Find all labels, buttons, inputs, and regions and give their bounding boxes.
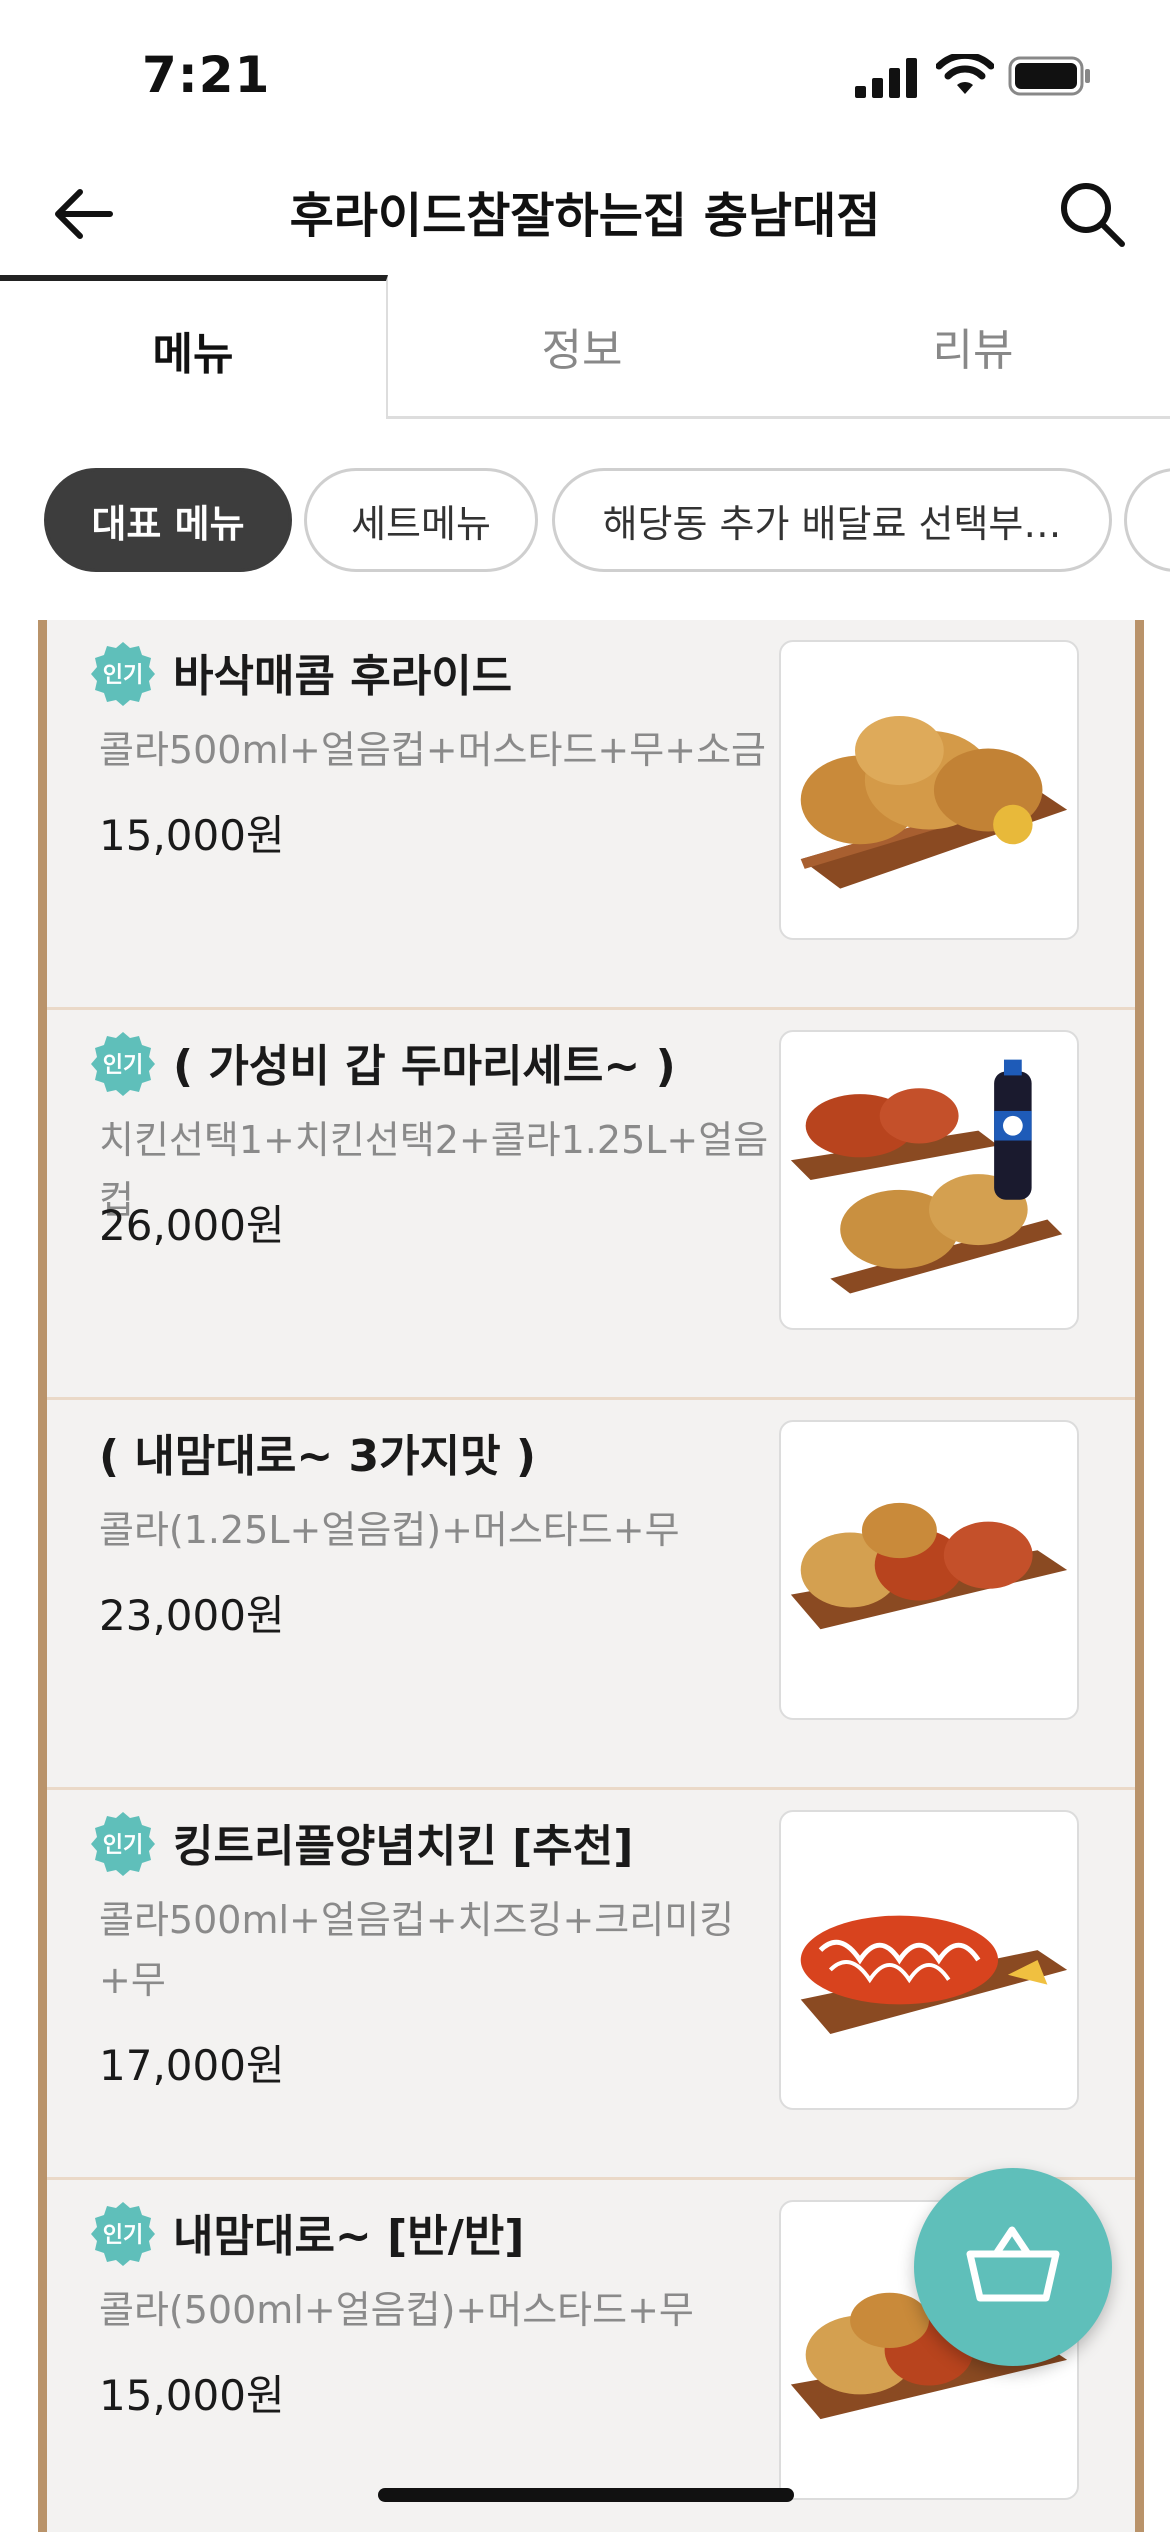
menu-item-price: 17,000원 [99,2041,285,2090]
svg-text:인기: 인기 [103,663,143,688]
category-chips: 대표 메뉴 세트메뉴 해당동 추가 배달료 선택부… [0,462,1170,582]
battery-icon [1008,56,1090,96]
svg-text:인기: 인기 [103,1833,143,1858]
tab-info[interactable]: 정보 [388,275,776,419]
menu-item-description: 콜라(1.25L+얼음컵)+머스타드+무 [99,1508,680,1552]
menu-item-name: 바삭매콤 후라이드 [173,651,513,702]
status-bar: 7:21 [0,0,1170,150]
home-indicator [378,2488,794,2502]
cart-button[interactable] [914,2168,1112,2366]
app-header: 후라이드참잘하는집 충남대점 [0,150,1170,275]
popular-badge-icon: 인기 [91,1812,155,1876]
menu-item-name: 킹트리플양념치킨 [추천] [173,1821,634,1872]
cellular-signal-icon [855,58,917,98]
svg-text:인기: 인기 [103,1053,143,1078]
tab-reviews[interactable]: 리뷰 [776,275,1170,419]
chip-representative-menu[interactable]: 대표 메뉴 [44,468,292,572]
popular-badge-icon: 인기 [91,2202,155,2266]
menu-item-price: 15,000원 [99,811,285,860]
search-icon[interactable] [1056,178,1128,250]
menu-item-price: 23,000원 [99,1591,285,1640]
menu-item[interactable]: ( 내맘대로~ 3가지맛 ) 콜라(1.25L+얼음컵)+머스타드+무 23,0… [47,1400,1135,1790]
menu-item-image[interactable] [779,1030,1079,1330]
menu-item[interactable]: 인기 킹트리플양념치킨 [추천] 콜라500ml+얼음컵+치즈킹+크리미킹+무 … [47,1790,1135,2180]
tab-menu[interactable]: 메뉴 [0,275,388,419]
menu-item-price: 26,000원 [99,1201,285,1250]
menu-item-description: 콜라(500ml+얼음컵)+머스타드+무 [99,2288,694,2332]
tab-bar: 메뉴 정보 리뷰 [0,275,1170,421]
back-arrow-icon[interactable] [48,178,120,250]
chip-set-menu[interactable]: 세트메뉴 [304,468,538,572]
menu-item-image[interactable] [779,1420,1079,1720]
menu-item-name: ( 가성비 갑 두마리세트~ ) [173,1041,676,1092]
chip-extra-delivery-fee[interactable]: 해당동 추가 배달료 선택부… [552,468,1112,572]
menu-item[interactable]: 인기 ( 가성비 갑 두마리세트~ ) 치킨선택1+치킨선택2+콜라1.25L+… [47,1010,1135,1400]
menu-item[interactable]: 인기 바삭매콤 후라이드 콜라500ml+얼음컵+머스타드+무+소금 15,00… [47,620,1135,1010]
menu-item-description: 콜라500ml+얼음컵+머스타드+무+소금 [99,728,766,772]
menu-item-description: 콜라500ml+얼음컵+치즈킹+크리미킹+무 [99,1898,735,2002]
menu-item-image[interactable] [779,1810,1079,2110]
status-time: 7:21 [142,46,271,104]
svg-text:인기: 인기 [103,2223,143,2248]
menu-item-name: ( 내맘대로~ 3가지맛 ) [99,1431,537,1482]
wifi-icon [936,54,994,94]
popular-badge-icon: 인기 [91,642,155,706]
basket-icon [966,2226,1060,2302]
popular-badge-icon: 인기 [91,1032,155,1096]
page-title: 후라이드참잘하는집 충남대점 [289,188,881,244]
menu-item-image[interactable] [779,640,1079,940]
chip-more[interactable] [1124,468,1170,572]
menu-item-price: 15,000원 [99,2371,285,2420]
menu-item-name: 내맘대로~ [반/반] [173,2211,525,2262]
